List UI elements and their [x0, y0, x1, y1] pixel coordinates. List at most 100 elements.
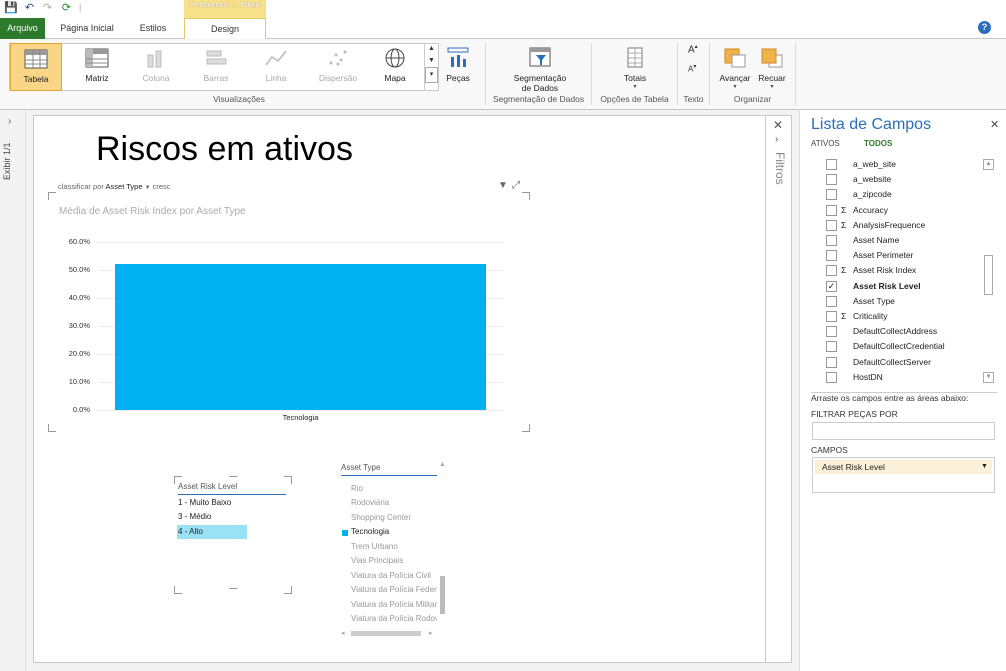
field-checkbox[interactable] [826, 174, 837, 186]
tab-all-fields[interactable]: TODOS [864, 139, 892, 148]
field-checkbox[interactable]: ✓ [826, 280, 837, 292]
viz-matrix-button[interactable]: Matriz [70, 43, 124, 91]
close-field-list-icon[interactable]: ✕ [990, 118, 999, 131]
risk-slicer-item[interactable]: 3 - Médio [178, 510, 248, 524]
risk-slicer-item[interactable]: 1 - Muito Baixo [178, 496, 248, 510]
field-checkbox[interactable] [826, 235, 837, 246]
filter-tiles-drop-zone[interactable] [812, 422, 995, 440]
risk-slicer-item-selected[interactable]: 4 - Alto [177, 525, 247, 539]
filters-label[interactable]: Filtros [773, 152, 787, 185]
field-checkbox[interactable] [826, 311, 837, 322]
field-checkbox[interactable] [826, 341, 837, 353]
slicer-scroll-up-icon[interactable]: ▲ [439, 461, 446, 468]
tab-home[interactable]: Página Inicial [52, 18, 122, 39]
tab-styles[interactable]: Estilos [128, 18, 178, 39]
expand-filters-icon[interactable]: › [775, 134, 778, 145]
sort-dropdown-icon[interactable]: ▼ [145, 185, 151, 191]
field-checkbox[interactable] [826, 189, 837, 201]
views-label[interactable]: Exibir 1/1 [2, 120, 12, 180]
field-item[interactable]: a_zipcode [826, 187, 976, 202]
save-icon[interactable]: 💾 [4, 2, 18, 15]
font-shrink-icon[interactable]: A▾ [688, 63, 696, 74]
viz-bar-button[interactable]: Barras [188, 43, 244, 91]
send-backward-button[interactable]: Recuar ▾ [754, 43, 790, 91]
field-item[interactable]: a_web_site [826, 157, 976, 172]
gallery-down-icon[interactable]: ▼ [425, 55, 438, 67]
slicer-hscrollbar-thumb[interactable] [351, 631, 421, 636]
font-grow-icon[interactable]: A▴ [688, 43, 698, 55]
field-item[interactable]: Σ Accuracy [826, 203, 976, 218]
field-checkbox[interactable] [826, 371, 837, 383]
close-filters-icon[interactable]: ✕ [773, 118, 783, 132]
type-slicer-item[interactable]: Shopping Center [351, 513, 411, 522]
chart-bar[interactable] [115, 264, 486, 410]
type-slicer-item[interactable]: Trem Urbano [351, 542, 398, 551]
viz-map-button[interactable]: Mapa [370, 43, 420, 91]
field-checkbox[interactable] [826, 204, 837, 216]
fields-scrollbar-thumb[interactable] [984, 255, 993, 295]
sort-direction[interactable]: cresc [153, 182, 171, 191]
viz-line-button[interactable]: Linha [248, 43, 304, 91]
field-item[interactable]: HostDN [826, 370, 976, 385]
field-checkbox[interactable] [826, 250, 837, 262]
fields-drop-zone[interactable]: Asset Risk Level ▼ [812, 457, 995, 493]
field-item[interactable]: Asset Name [826, 233, 976, 248]
type-slicer-item-active[interactable]: Tecnologia [351, 527, 389, 536]
field-item[interactable]: DefaultCollectCredential [826, 339, 976, 354]
tab-file[interactable]: Arquivo [0, 18, 45, 39]
field-well-dropdown-icon[interactable]: ▼ [981, 460, 988, 474]
field-item[interactable]: Σ Criticality [826, 309, 976, 324]
type-slicer-item[interactable]: Rodoviária [351, 498, 389, 507]
viz-column-button[interactable]: Coluna [128, 43, 184, 91]
tiles-button[interactable]: Peças [443, 43, 473, 91]
filter-icon[interactable]: ▼ [498, 180, 508, 191]
asset-type-slicer[interactable]: Asset Type ▲ Rio Rodoviária Shopping Cen… [339, 461, 449, 641]
field-checkbox[interactable] [826, 295, 837, 307]
sort-bar[interactable]: classificar por Asset Type ▼ cresc [58, 182, 171, 191]
popout-icon[interactable]: ⤢ [512, 180, 520, 191]
totals-button[interactable]: Totais ▾ [610, 43, 660, 91]
field-checkbox[interactable] [826, 219, 837, 231]
refresh-icon[interactable]: ⟳ [60, 2, 73, 15]
viz-scatter-button[interactable]: Dispersão [308, 43, 368, 91]
field-item[interactable]: Asset Type [826, 294, 976, 309]
slicer-scrollbar-thumb[interactable] [440, 576, 445, 614]
type-slicer-item[interactable]: Rio [351, 484, 363, 493]
field-item[interactable]: DefaultCollectServer [826, 355, 976, 370]
redo-icon[interactable]: ↷ [41, 2, 54, 15]
gallery-more-icon[interactable]: ▾ [425, 67, 438, 83]
field-checkbox[interactable] [826, 326, 837, 338]
chart-container[interactable]: classificar por Asset Type ▼ cresc ▼ ⤢ M… [48, 180, 531, 436]
field-checkbox[interactable] [826, 265, 837, 277]
slicer-scroll-right-icon[interactable]: ▸ [429, 629, 433, 637]
undo-icon[interactable]: ↶ [23, 2, 36, 15]
help-icon[interactable]: ? [978, 21, 991, 34]
type-slicer-item[interactable]: Viatura da Polícia Militar [351, 600, 437, 609]
risk-level-slicer[interactable]: Asset Risk Level 1 - Muito Baixo 3 - Méd… [174, 476, 294, 596]
type-slicer-item[interactable]: Viatura da Polícia Civil [351, 571, 437, 580]
fields-scroll-down-icon[interactable]: ▼ [983, 372, 994, 383]
type-slicer-item[interactable]: Viatura da Polícia Rodoviária [351, 614, 437, 623]
field-item[interactable]: Σ AnalysisFrequence [826, 218, 976, 233]
type-slicer-item[interactable]: Viatura da Polícia Federal [351, 585, 437, 594]
gallery-up-icon[interactable]: ▲ [425, 43, 438, 55]
tab-design[interactable]: Design [184, 18, 266, 40]
slicer-button[interactable]: Segmentação de Dados [498, 43, 582, 93]
field-checkbox[interactable] [826, 159, 837, 170]
field-item[interactable]: DefaultCollectAddress [826, 324, 976, 339]
field-item[interactable]: Σ Asset Risk Index [826, 263, 976, 278]
tab-active-fields[interactable]: ATIVOS [811, 139, 840, 148]
field-item[interactable]: Asset Perimeter [826, 248, 976, 263]
fields-scroll-up-icon[interactable]: ▲ [983, 159, 994, 170]
type-slicer-item[interactable]: Vias Principais [351, 556, 403, 565]
field-checkbox[interactable] [826, 356, 837, 368]
bring-forward-button[interactable]: Avançar ▾ [716, 43, 754, 91]
report-title[interactable]: Riscos em ativos [96, 130, 353, 169]
field-well-item[interactable]: Asset Risk Level ▼ [815, 460, 992, 474]
slicer-scroll-left-icon[interactable]: ◂ [341, 629, 345, 637]
sort-field[interactable]: Asset Type [106, 182, 143, 191]
viz-table-button[interactable]: Tabela [10, 43, 62, 91]
field-item[interactable]: ✓ Asset Risk Level [826, 279, 976, 294]
sigma-icon: Σ [841, 219, 847, 230]
field-item[interactable]: a_website [826, 172, 976, 187]
